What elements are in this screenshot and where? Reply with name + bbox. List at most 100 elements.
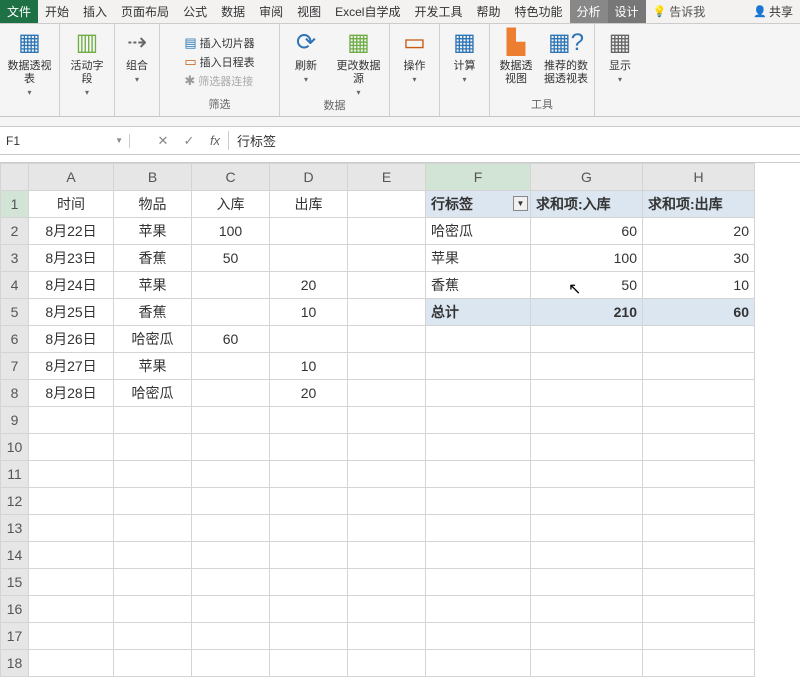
fx-button[interactable]: fx: [202, 133, 228, 148]
row-header-9[interactable]: 9: [1, 407, 29, 434]
cell-H8[interactable]: [643, 380, 755, 407]
row-header-7[interactable]: 7: [1, 353, 29, 380]
cell-C7[interactable]: [192, 353, 270, 380]
row-header-4[interactable]: 4: [1, 272, 29, 299]
tab-layout[interactable]: 页面布局: [114, 0, 176, 23]
cell-C2[interactable]: 100: [192, 218, 270, 245]
formula-input[interactable]: 行标签: [228, 131, 800, 150]
row-header-11[interactable]: 11: [1, 461, 29, 488]
row-header-10[interactable]: 10: [1, 434, 29, 461]
cell-F7[interactable]: [426, 353, 531, 380]
row-header-6[interactable]: 6: [1, 326, 29, 353]
tab-design[interactable]: 设计: [608, 0, 646, 23]
row-header-8[interactable]: 8: [1, 380, 29, 407]
ribbon-filter-connections[interactable]: ✱筛选器连接: [182, 72, 255, 90]
cell-E2[interactable]: [348, 218, 426, 245]
cell-C8[interactable]: [192, 380, 270, 407]
cell-E3[interactable]: [348, 245, 426, 272]
cell-G3[interactable]: 100: [531, 245, 643, 272]
cell-H7[interactable]: [643, 353, 755, 380]
cell-E8[interactable]: [348, 380, 426, 407]
cell-F5-total[interactable]: 总计: [426, 299, 531, 326]
cell-B5[interactable]: 香蕉: [114, 299, 192, 326]
tab-view[interactable]: 视图: [290, 0, 328, 23]
cell-G1-pivot-col-in[interactable]: 求和项:入库: [531, 191, 643, 218]
cell-E6[interactable]: [348, 326, 426, 353]
cell-C3[interactable]: 50: [192, 245, 270, 272]
cell-B2[interactable]: 苹果: [114, 218, 192, 245]
col-header-B[interactable]: B: [114, 164, 192, 191]
cell-D4[interactable]: 20: [270, 272, 348, 299]
cell-F2[interactable]: 哈密瓜: [426, 218, 531, 245]
cell-G7[interactable]: [531, 353, 643, 380]
cell-E5[interactable]: [348, 299, 426, 326]
cell-C5[interactable]: [192, 299, 270, 326]
ribbon-pivot-table[interactable]: ▦ 数据透视表▾: [6, 28, 53, 97]
tab-formula[interactable]: 公式: [176, 0, 214, 23]
cell-D6[interactable]: [270, 326, 348, 353]
cell-F8[interactable]: [426, 380, 531, 407]
formula-cancel[interactable]: ✕: [150, 133, 176, 149]
cell-B6[interactable]: 哈密瓜: [114, 326, 192, 353]
tab-insert[interactable]: 插入: [76, 0, 114, 23]
cell-B8[interactable]: 哈密瓜: [114, 380, 192, 407]
col-header-C[interactable]: C: [192, 164, 270, 191]
cell-A3[interactable]: 8月23日: [29, 245, 114, 272]
cell-F6[interactable]: [426, 326, 531, 353]
row-header-13[interactable]: 13: [1, 515, 29, 542]
col-header-E[interactable]: E: [348, 164, 426, 191]
row-header-14[interactable]: 14: [1, 542, 29, 569]
cell-E1[interactable]: [348, 191, 426, 218]
cell-H2[interactable]: 20: [643, 218, 755, 245]
col-header-F[interactable]: F: [426, 164, 531, 191]
cell-G4[interactable]: 50: [531, 272, 643, 299]
cell-G6[interactable]: [531, 326, 643, 353]
tab-home[interactable]: 开始: [38, 0, 76, 23]
cell-H4[interactable]: 10: [643, 272, 755, 299]
cell-C1[interactable]: 入库: [192, 191, 270, 218]
cell-C6[interactable]: 60: [192, 326, 270, 353]
cell-A8[interactable]: 8月28日: [29, 380, 114, 407]
ribbon-insert-slicer[interactable]: ▤插入切片器: [182, 34, 256, 52]
cell-H3[interactable]: 30: [643, 245, 755, 272]
cell-D1[interactable]: 出库: [270, 191, 348, 218]
tab-dev[interactable]: 开发工具: [407, 0, 469, 23]
cell-B4[interactable]: 苹果: [114, 272, 192, 299]
cell-E4[interactable]: [348, 272, 426, 299]
cell-F4[interactable]: 香蕉: [426, 272, 531, 299]
select-all-corner[interactable]: [1, 164, 29, 191]
tab-tell-me[interactable]: 告诉我: [646, 0, 713, 23]
cell-B7[interactable]: 苹果: [114, 353, 192, 380]
row-header-5[interactable]: 5: [1, 299, 29, 326]
row-header-2[interactable]: 2: [1, 218, 29, 245]
cell-A6[interactable]: 8月26日: [29, 326, 114, 353]
ribbon-insert-timeline[interactable]: ▭插入日程表: [182, 53, 256, 71]
cell-C4[interactable]: [192, 272, 270, 299]
tab-file[interactable]: 文件: [0, 0, 38, 23]
cell-A1[interactable]: 时间: [29, 191, 114, 218]
ribbon-change-source[interactable]: ▦ 更改数据源▾: [334, 28, 383, 97]
col-header-H[interactable]: H: [643, 164, 755, 191]
cell-F3[interactable]: 苹果: [426, 245, 531, 272]
ribbon-group[interactable]: ⇢ 组合▾: [117, 28, 157, 84]
cell-D5[interactable]: 10: [270, 299, 348, 326]
pivot-filter-dropdown[interactable]: ▼: [513, 196, 528, 211]
ribbon-calculate[interactable]: ▦ 计算▾: [445, 28, 485, 84]
col-header-D[interactable]: D: [270, 164, 348, 191]
ribbon-refresh[interactable]: ⟳ 刷新▾: [286, 28, 326, 84]
cell-H6[interactable]: [643, 326, 755, 353]
tab-help[interactable]: 帮助: [470, 0, 508, 23]
row-header-3[interactable]: 3: [1, 245, 29, 272]
cell-D7[interactable]: 10: [270, 353, 348, 380]
col-header-A[interactable]: A: [29, 164, 114, 191]
cell-A4[interactable]: 8月24日: [29, 272, 114, 299]
ribbon-active-field[interactable]: ▥ 活动字段▾: [66, 28, 108, 97]
tab-data[interactable]: 数据: [214, 0, 252, 23]
cell-D8[interactable]: 20: [270, 380, 348, 407]
cell-F1-pivot-rowlabel[interactable]: 行标签▼: [426, 191, 531, 218]
spreadsheet[interactable]: A B C D E F G H 1 时间 物品 入库 出库 行标签▼ 求和项:入…: [0, 163, 800, 677]
ribbon-operations[interactable]: ▭ 操作▾: [395, 28, 435, 84]
cell-G2[interactable]: 60: [531, 218, 643, 245]
row-header-12[interactable]: 12: [1, 488, 29, 515]
ribbon-recommended[interactable]: ▦? 推荐的数据透视表: [544, 28, 588, 86]
